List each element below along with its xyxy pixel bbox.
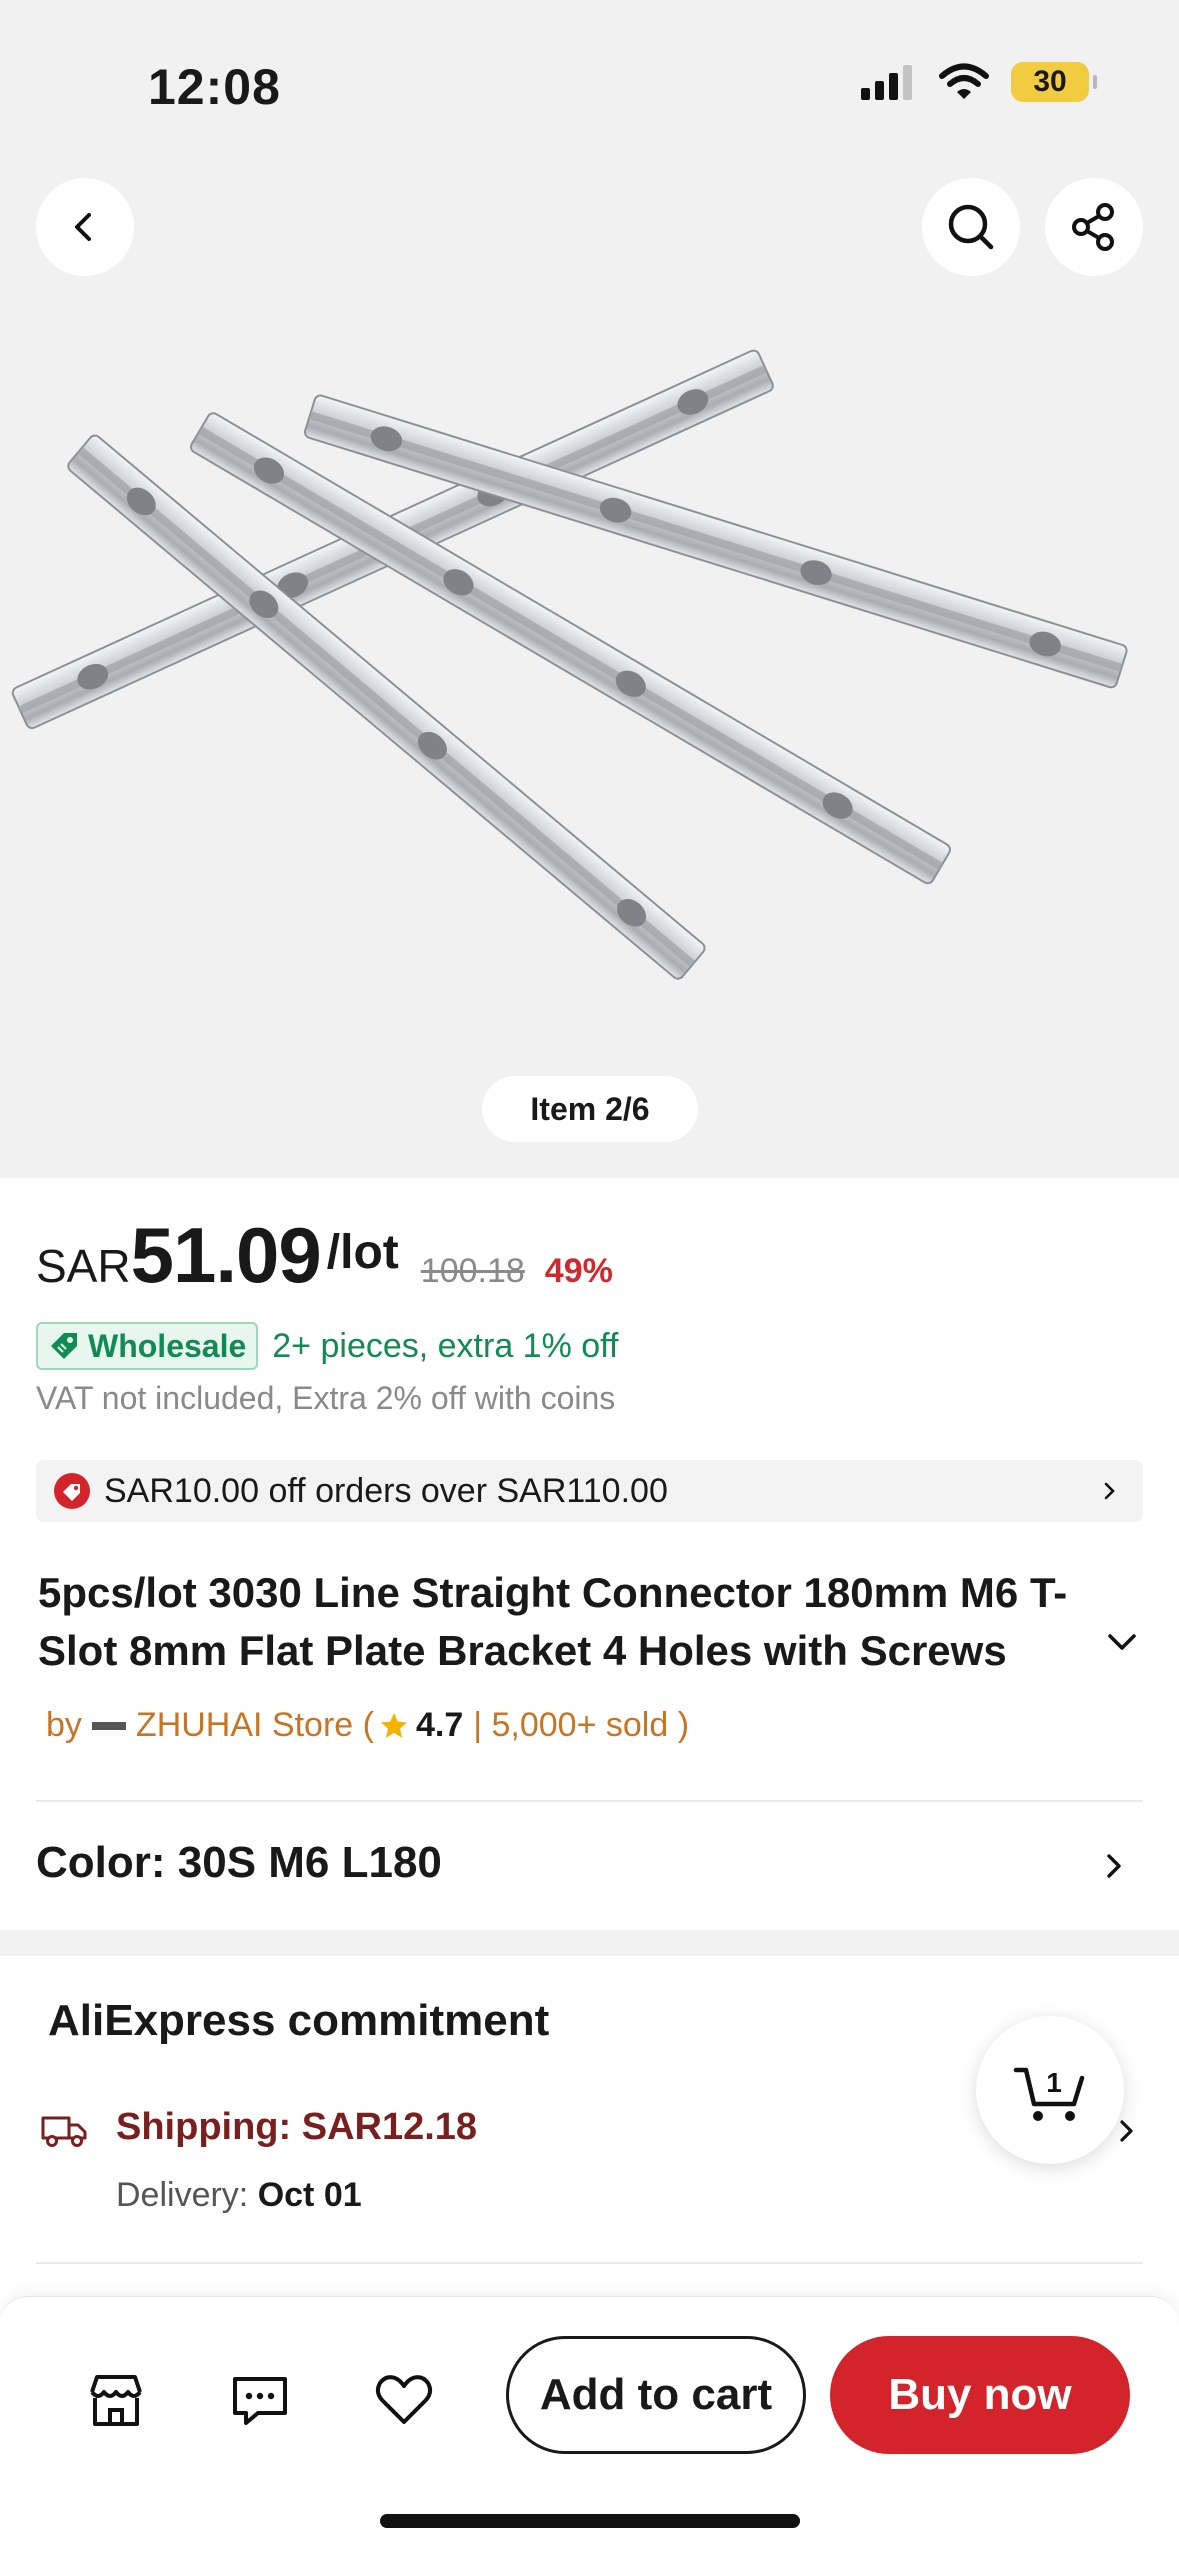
- wholesale-badge-label: Wholesale: [88, 1327, 247, 1364]
- cart-count: 1: [1046, 2067, 1062, 2098]
- price-amount: 51.09: [130, 1211, 322, 1299]
- price-currency: SAR: [36, 1240, 131, 1292]
- price-unit: /lot: [326, 1226, 399, 1279]
- divider: [36, 2262, 1143, 2264]
- product-title: 5pcs/lot 3030 Line Straight Connector 18…: [38, 1569, 1068, 1674]
- expand-title-icon[interactable]: [1104, 1630, 1140, 1654]
- wifi-icon: [939, 63, 989, 99]
- floating-cart-button[interactable]: 1: [976, 2016, 1124, 2164]
- chevron-left-icon: [75, 213, 91, 241]
- coupon-icon: [54, 1473, 90, 1509]
- chevron-right-icon: [1104, 1482, 1115, 1500]
- store-rating: 4.7: [415, 1706, 464, 1744]
- gallery-counter: Item 2/6: [482, 1076, 698, 1142]
- product-gallery[interactable]: 12:08 30 Item 2/6: [0, 0, 1179, 1178]
- status-time: 12:08: [148, 59, 281, 115]
- variant-selector[interactable]: Color: 30S M6 L180: [36, 1838, 442, 1888]
- section-separator: [0, 1930, 1179, 1956]
- battery-indicator: 30: [1011, 62, 1097, 102]
- delivery-estimate: Delivery: Oct 01: [116, 2176, 362, 2215]
- add-to-cart-button[interactable]: Add to cart: [506, 2336, 806, 2454]
- product-image: [11, 349, 1128, 980]
- store-logo: [91, 1721, 126, 1730]
- delivery-label: Delivery:: [116, 2176, 249, 2214]
- share-icon: [1072, 203, 1114, 251]
- delivery-truck-icon: [41, 2116, 87, 2147]
- original-price: 100.18: [420, 1252, 525, 1290]
- price-row: SAR 51.09 /lot 100.18 49%: [36, 1210, 613, 1301]
- coupon-bar[interactable]: SAR10.00 off orders over SAR110.00: [36, 1460, 1143, 1522]
- coupon-text: SAR10.00 off orders over SAR110.00: [104, 1471, 668, 1510]
- store-row[interactable]: by ZHUHAI Store ( 4.7 | 5,000+ sold ): [46, 1706, 689, 1745]
- shipping-cost[interactable]: Shipping: SAR12.18: [116, 2106, 477, 2149]
- search-icon: [948, 204, 994, 250]
- cart-icon: 1: [1013, 2067, 1085, 2121]
- divider: [36, 1800, 1143, 1802]
- search-button[interactable]: [922, 178, 1020, 276]
- share-button[interactable]: [1045, 178, 1143, 276]
- cellular-signal-icon: [861, 65, 912, 100]
- status-icons: 30: [861, 62, 1097, 102]
- wholesale-text: 2+ pieces, extra 1% off: [272, 1326, 619, 1365]
- store-button[interactable]: [80, 2364, 152, 2436]
- discount-percent: 49%: [544, 1252, 613, 1290]
- message-icon: [233, 2377, 287, 2425]
- wholesale-badge: Wholesale: [36, 1322, 259, 1370]
- store-name: ZHUHAI Store (: [135, 1706, 374, 1744]
- chevron-right-icon: [1107, 1854, 1121, 1878]
- store-icon: [90, 2375, 142, 2426]
- store-sold-count: | 5,000+ sold ): [473, 1706, 690, 1744]
- wishlist-button[interactable]: [368, 2364, 440, 2436]
- star-icon: [380, 1712, 407, 1738]
- home-indicator[interactable]: [380, 2514, 800, 2528]
- back-button[interactable]: [36, 178, 134, 276]
- vat-note: VAT not included, Extra 2% off with coin…: [36, 1380, 616, 1416]
- commitment-title: AliExpress commitment: [48, 1996, 550, 2045]
- buy-now-button[interactable]: Buy now: [830, 2336, 1130, 2454]
- message-button[interactable]: [224, 2364, 296, 2436]
- heart-icon: [375, 2375, 433, 2424]
- chevron-right-icon[interactable]: [1114, 2116, 1140, 2146]
- store-by-label: by: [46, 1706, 82, 1744]
- delivery-date: Oct 01: [257, 2176, 362, 2214]
- price-tag-icon: [51, 1333, 77, 1359]
- wholesale-row[interactable]: Wholesale 2+ pieces, extra 1% off: [36, 1322, 618, 1370]
